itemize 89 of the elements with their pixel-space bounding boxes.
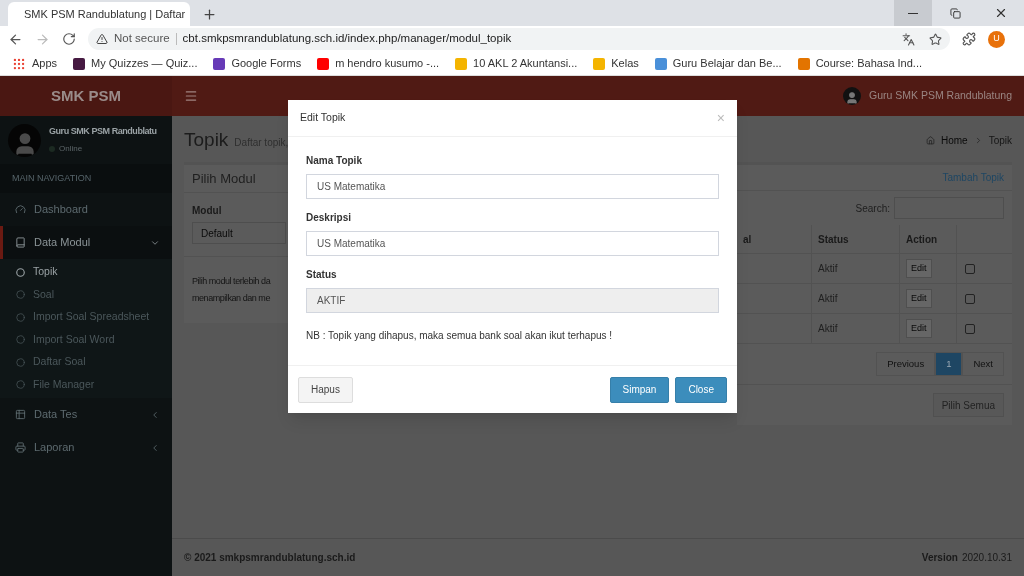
nav-icon [15, 237, 26, 248]
panel-title: Pilih Modul [192, 169, 256, 188]
profile-avatar[interactable]: U [988, 30, 1005, 48]
column-header: Status [812, 225, 900, 253]
circle-icon [16, 380, 25, 390]
pagination-button[interactable]: 1 [935, 352, 963, 376]
primary-button[interactable]: Simpan [609, 376, 670, 403]
bookmark[interactable]: m hendro kusumo -... [311, 52, 446, 75]
table-cell: Aktif [812, 284, 900, 313]
field-label: Modul [192, 204, 223, 218]
security-label: Not secure [114, 31, 170, 47]
submenu-item[interactable]: Soal [0, 283, 172, 306]
text-field[interactable]: US Matematika [306, 231, 719, 256]
nav-icon [15, 442, 26, 453]
nav-header: MAIN NAVIGATION [0, 164, 172, 193]
home-icon [925, 135, 935, 145]
nav-item[interactable]: Data Tes [0, 398, 172, 431]
bookmark[interactable]: 10 AKL 2 Akuntansi... [449, 52, 584, 75]
circle-icon [16, 357, 25, 367]
text-field[interactable]: US Matematika [306, 174, 719, 199]
status-text: Online [59, 142, 83, 155]
search-label: Search: [855, 201, 890, 216]
circle-icon [16, 335, 25, 345]
edit-button[interactable]: Edit [906, 318, 932, 339]
version-label: Version [921, 551, 958, 565]
submenu-item[interactable]: Topik [0, 261, 172, 284]
submenu-item[interactable]: Import Soal Word [0, 328, 172, 351]
pagination-button[interactable]: Next [962, 352, 1004, 376]
header-user-name[interactable]: Guru SMK PSM Randublatung [869, 88, 1012, 104]
edit-button[interactable]: Edit [906, 258, 932, 279]
logo-text: SMK PSM [51, 85, 121, 106]
table-cell: Aktif [812, 254, 900, 283]
version-number: 2020.10.31 [961, 551, 1012, 565]
close-button[interactable]: × [716, 111, 725, 125]
primary-button[interactable]: Close [675, 376, 727, 403]
url-text: cbt.smkpsmrandublatung.sch.id/index.php/manager/modul_topik [182, 31, 513, 47]
nav-icon [15, 204, 26, 215]
address-bar[interactable]: Not secure cbt.smkpsmrandublatung.sch.id/index.php/manager/modul_topik [88, 28, 950, 50]
translate-icon[interactable] [902, 32, 915, 46]
row-checkbox[interactable] [965, 323, 975, 334]
nav-item[interactable]: Dashboard [0, 193, 172, 226]
module-select[interactable]: Default [192, 222, 286, 244]
bookmark[interactable]: Google Forms [207, 52, 308, 75]
breadcrumb-link[interactable]: Home [940, 132, 968, 148]
nav-item[interactable]: Laporan [0, 431, 172, 464]
minimize-icon [908, 12, 918, 14]
reload-icon[interactable] [62, 32, 76, 46]
page-title: Topik [184, 127, 229, 152]
star-icon[interactable] [929, 32, 942, 46]
field-label: Nama Topik [306, 154, 363, 168]
help-text: menampilkan dan me [192, 292, 271, 305]
header-avatar [843, 87, 861, 105]
user-avatar [8, 123, 41, 157]
edit-button[interactable]: Edit [906, 288, 932, 309]
bookmark[interactable]: My Quizzes — Quiz... [67, 52, 204, 75]
row-checkbox[interactable] [965, 263, 975, 274]
user-name: Guru SMK PSM Randublatu [49, 125, 157, 139]
circle-icon [16, 290, 25, 300]
chevron-left-icon [150, 442, 160, 453]
chevron-left-icon [150, 409, 160, 420]
nav-icon [15, 409, 26, 420]
circle-icon [16, 267, 25, 277]
pagination-button[interactable]: Previous [876, 352, 936, 376]
new-tab-icon[interactable] [202, 7, 217, 22]
menu-icon[interactable] [184, 89, 198, 103]
field-label: Status [306, 268, 338, 282]
default-button[interactable]: Hapus [298, 376, 353, 403]
submenu-item[interactable]: File Manager [0, 373, 172, 396]
warning-note: NB : Topik yang dihapus, maka semua bank soal akan ikut terhapus ! [306, 329, 614, 343]
bookmark[interactable]: Guru Belajar dan Be... [648, 52, 788, 75]
copyright-text: © 2021 smkpsmrandublatung.sch.id [184, 551, 356, 565]
bookmark[interactable]: Apps [6, 52, 64, 75]
column-header: Action [900, 225, 957, 253]
circle-icon [16, 312, 25, 322]
browser-tab[interactable]: SMK PSM Randublatung | Daftar [8, 2, 190, 26]
help-text: Pilih modul terlebih da [192, 275, 272, 288]
bookmark[interactable]: Course: Bahasa Ind... [791, 52, 929, 75]
restore-icon[interactable] [949, 7, 961, 19]
dialog-title: Edit Topik [300, 110, 347, 126]
submenu-item[interactable]: Daftar Soal [0, 351, 172, 374]
submenu-item[interactable]: Import Soal Spreadsheet [0, 306, 172, 329]
row-checkbox[interactable] [965, 293, 975, 304]
close-icon[interactable] [994, 6, 1008, 20]
field-label: Deskripsi [306, 211, 353, 225]
bookmark[interactable]: Kelas [587, 52, 645, 75]
table-cell: Aktif [812, 314, 900, 343]
back-icon[interactable] [8, 31, 23, 47]
warning-icon [96, 33, 108, 45]
extensions-icon[interactable] [962, 32, 976, 46]
